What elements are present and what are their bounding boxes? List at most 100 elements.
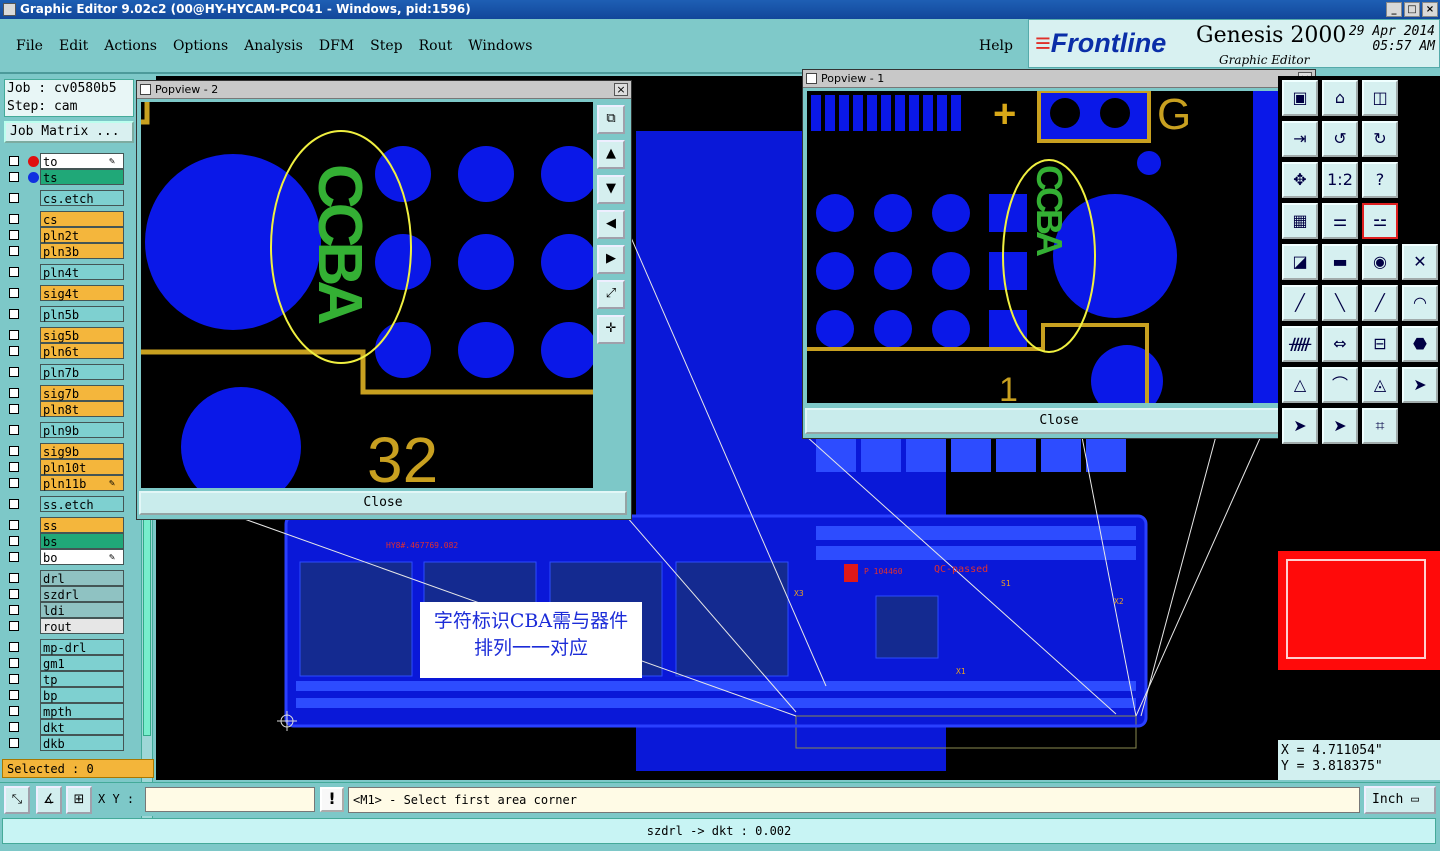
help-icon[interactable]: ? bbox=[1362, 162, 1398, 198]
zoom-back-icon[interactable]: ↺ bbox=[1322, 121, 1358, 157]
menu-edit[interactable]: Edit bbox=[59, 38, 88, 54]
pointer3-icon[interactable]: ➤ bbox=[1322, 408, 1358, 444]
layer-row-cs.etch[interactable]: cs.etch bbox=[4, 190, 128, 206]
layer-name[interactable]: pln6t bbox=[40, 343, 124, 359]
ruler-icon[interactable]: ▬ bbox=[1322, 244, 1358, 280]
layer-checkbox[interactable] bbox=[9, 156, 19, 166]
layer-checkbox[interactable] bbox=[9, 246, 19, 256]
layer-row-ss[interactable]: ss bbox=[4, 517, 128, 533]
layer-name[interactable]: pln2t bbox=[40, 227, 124, 243]
layer-color2-icon[interactable]: ⚍ bbox=[1362, 203, 1398, 239]
layer-row-bp[interactable]: bp bbox=[4, 687, 128, 703]
arch2-icon[interactable]: ◬ bbox=[1362, 367, 1398, 403]
circle-select-icon[interactable]: ◉ bbox=[1362, 244, 1398, 280]
pv-down-icon[interactable]: ▼ bbox=[597, 175, 625, 204]
layer-checkbox[interactable] bbox=[9, 536, 19, 546]
menu-actions[interactable]: Actions bbox=[104, 38, 157, 54]
layer-name[interactable]: ss bbox=[40, 517, 124, 533]
layer-name[interactable]: tp bbox=[40, 671, 124, 687]
layer-checkbox[interactable] bbox=[9, 642, 19, 652]
layer-color-icon[interactable]: ⚌ bbox=[1322, 203, 1358, 239]
pv-center-icon[interactable]: ✛ bbox=[597, 315, 625, 344]
menu-file[interactable]: File bbox=[16, 38, 43, 54]
text-icon[interactable]: ᚏ bbox=[1282, 326, 1318, 362]
layer-row-pln3b[interactable]: pln3b bbox=[4, 243, 128, 259]
grid-snap-icon[interactable]: ⊞ bbox=[66, 786, 92, 814]
menu-windows[interactable]: Windows bbox=[468, 38, 532, 54]
layer-checkbox[interactable] bbox=[9, 425, 19, 435]
layer-checkbox[interactable] bbox=[9, 520, 19, 530]
layer-row-tp[interactable]: tp bbox=[4, 671, 128, 687]
layer-checkbox[interactable] bbox=[9, 267, 19, 277]
layer-name[interactable]: pln9b bbox=[40, 422, 124, 438]
layer-name[interactable]: mp-drl bbox=[40, 639, 124, 655]
layer-name[interactable]: pln5b bbox=[40, 306, 124, 322]
layer-name[interactable]: bo ✎ bbox=[40, 549, 124, 565]
layer-checkbox[interactable] bbox=[9, 658, 19, 668]
layer-name[interactable]: ss.etch bbox=[40, 496, 124, 512]
layer-name[interactable]: cs bbox=[40, 211, 124, 227]
pv-right-icon[interactable]: ▶ bbox=[597, 245, 625, 274]
popview-1-close-button[interactable]: Close bbox=[805, 408, 1313, 434]
triangle-icon[interactable]: △ bbox=[1282, 367, 1318, 403]
group-icon[interactable]: ⬣ bbox=[1402, 326, 1438, 362]
layer-checkbox[interactable] bbox=[9, 674, 19, 684]
layer-row-dkb[interactable]: dkb bbox=[4, 735, 128, 751]
layer-name[interactable]: sig9b bbox=[40, 443, 124, 459]
minimize-button[interactable]: _ bbox=[1386, 2, 1402, 17]
popview-1-canvas[interactable]: + G 1 CCBA bbox=[807, 91, 1279, 403]
layer-row-dkt[interactable]: dkt bbox=[4, 719, 128, 735]
layer-checkbox[interactable] bbox=[9, 172, 19, 182]
window-split-icon[interactable]: ◫ bbox=[1362, 80, 1398, 116]
layer-name[interactable]: bp bbox=[40, 687, 124, 703]
measure-icon[interactable]: ∡ bbox=[36, 786, 62, 814]
popview-2-canvas[interactable]: 32 CCBA bbox=[141, 102, 593, 488]
pointer2-icon[interactable]: ➤ bbox=[1282, 408, 1318, 444]
layer-row-rout[interactable]: rout bbox=[4, 618, 128, 634]
layer-checkbox[interactable] bbox=[9, 446, 19, 456]
layer-checkbox[interactable] bbox=[9, 288, 19, 298]
redo-view-icon[interactable]: ⇥ bbox=[1282, 121, 1318, 157]
menu-analysis[interactable]: Analysis bbox=[244, 38, 303, 54]
layer-checkbox[interactable] bbox=[9, 552, 19, 562]
pv-left-icon[interactable]: ◀ bbox=[597, 210, 625, 239]
layer-row-drl[interactable]: drl bbox=[4, 570, 128, 586]
layer-row-sig5b[interactable]: sig5b bbox=[4, 327, 128, 343]
layer-checkbox[interactable] bbox=[9, 706, 19, 716]
layer-name[interactable]: bs bbox=[40, 533, 124, 549]
layer-row-gm1[interactable]: gm1 bbox=[4, 655, 128, 671]
layer-checkbox[interactable] bbox=[9, 621, 19, 631]
zoom-area-icon[interactable]: ⤡ bbox=[4, 786, 30, 814]
measure-icon[interactable]: ⇔ bbox=[1322, 326, 1358, 362]
layer-row-pln7b[interactable]: pln7b bbox=[4, 364, 128, 380]
layer-checkbox[interactable] bbox=[9, 478, 19, 488]
maximize-button[interactable]: □ bbox=[1404, 2, 1420, 17]
menu-help[interactable]: Help bbox=[979, 38, 1013, 54]
layer-row-pln4t[interactable]: pln4t bbox=[4, 264, 128, 280]
layer-checkbox[interactable] bbox=[9, 330, 19, 340]
dim-icon[interactable]: ⊟ bbox=[1362, 326, 1398, 362]
save-view-icon[interactable]: ▣ bbox=[1282, 80, 1318, 116]
swap-icon[interactable]: ↻ bbox=[1362, 121, 1398, 157]
layer-name[interactable]: cs.etch bbox=[40, 190, 124, 206]
xy-input[interactable] bbox=[145, 787, 315, 812]
layer-row-pln8t[interactable]: pln8t bbox=[4, 401, 128, 417]
layer-row-bo[interactable]: bo ✎ bbox=[4, 549, 128, 565]
layer-checkbox[interactable] bbox=[9, 367, 19, 377]
layer-row-pln11b[interactable]: pln11b ✎ bbox=[4, 475, 128, 491]
line2-icon[interactable]: ╲ bbox=[1322, 285, 1358, 321]
layer-name[interactable]: sig7b bbox=[40, 385, 124, 401]
layer-row-pln2t[interactable]: pln2t bbox=[4, 227, 128, 243]
layer-row-pln6t[interactable]: pln6t bbox=[4, 343, 128, 359]
layer-name[interactable]: rout bbox=[40, 618, 124, 634]
layer-name[interactable]: mpth bbox=[40, 703, 124, 719]
alert-icon[interactable]: ! bbox=[320, 787, 344, 812]
layer-checkbox[interactable] bbox=[9, 499, 19, 509]
snap-icon[interactable]: ◪ bbox=[1282, 244, 1318, 280]
layer-name[interactable]: drl bbox=[40, 570, 124, 586]
pan-icon[interactable]: ✥ bbox=[1282, 162, 1318, 198]
layer-name[interactable]: pln10t bbox=[40, 459, 124, 475]
pv-zoom-icon[interactable]: ⧉ bbox=[597, 105, 625, 134]
layer-name[interactable]: ldi bbox=[40, 602, 124, 618]
arch-icon[interactable]: ⌒ bbox=[1322, 367, 1358, 403]
